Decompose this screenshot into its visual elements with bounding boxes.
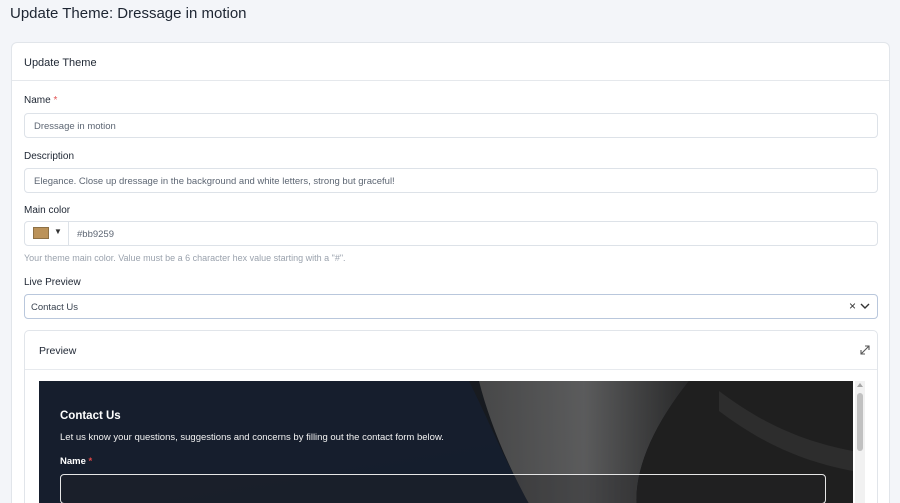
- scroll-thumb[interactable]: [857, 393, 863, 451]
- preview-contact-title: Contact Us: [60, 410, 121, 422]
- preview-required-mark: *: [88, 456, 93, 467]
- live-preview-label: Live Preview: [24, 277, 81, 288]
- expand-icon[interactable]: [859, 344, 871, 356]
- color-swatch: [33, 227, 49, 239]
- preview-name-label-text: Name: [60, 456, 86, 467]
- chevron-down-icon[interactable]: [859, 301, 871, 311]
- preview-contact-description: Let us know your questions, suggestions …: [60, 432, 444, 443]
- update-theme-card: Update Theme Name * Dressage in motion D…: [11, 42, 890, 503]
- preview-name-input[interactable]: [60, 474, 826, 503]
- description-input[interactable]: Elegance. Close up dressage in the backg…: [24, 168, 878, 193]
- main-color-label: Main color: [24, 205, 71, 216]
- card-header: Update Theme: [12, 43, 889, 81]
- required-mark: *: [53, 95, 58, 106]
- name-input[interactable]: Dressage in motion: [24, 113, 878, 138]
- live-preview-selected-value: Contact Us: [31, 302, 78, 313]
- preview-name-label: Name *: [60, 456, 92, 467]
- color-picker-button[interactable]: ▼: [25, 222, 69, 245]
- main-color-field: ▼ #bb9259: [24, 221, 878, 246]
- main-color-hint: Your theme main color. Value must be a 6…: [24, 253, 346, 263]
- live-preview-select[interactable]: Contact Us ×: [24, 294, 878, 319]
- caret-down-icon: ▼: [54, 227, 62, 236]
- close-icon[interactable]: ×: [849, 300, 856, 312]
- preview-card: Preview Contact Us Let us know your ques…: [24, 330, 878, 503]
- scroll-up-arrow-icon[interactable]: [857, 383, 863, 387]
- name-label: Name *: [24, 95, 57, 106]
- preview-frame: Contact Us Let us know your questions, s…: [39, 381, 853, 503]
- page-title: Update Theme: Dressage in motion: [10, 5, 247, 22]
- description-label: Description: [24, 151, 75, 162]
- name-label-text: Name: [24, 95, 51, 106]
- preview-header: Preview: [25, 331, 877, 370]
- main-color-input[interactable]: #bb9259: [77, 229, 114, 240]
- preview-scrollbar[interactable]: [855, 381, 865, 503]
